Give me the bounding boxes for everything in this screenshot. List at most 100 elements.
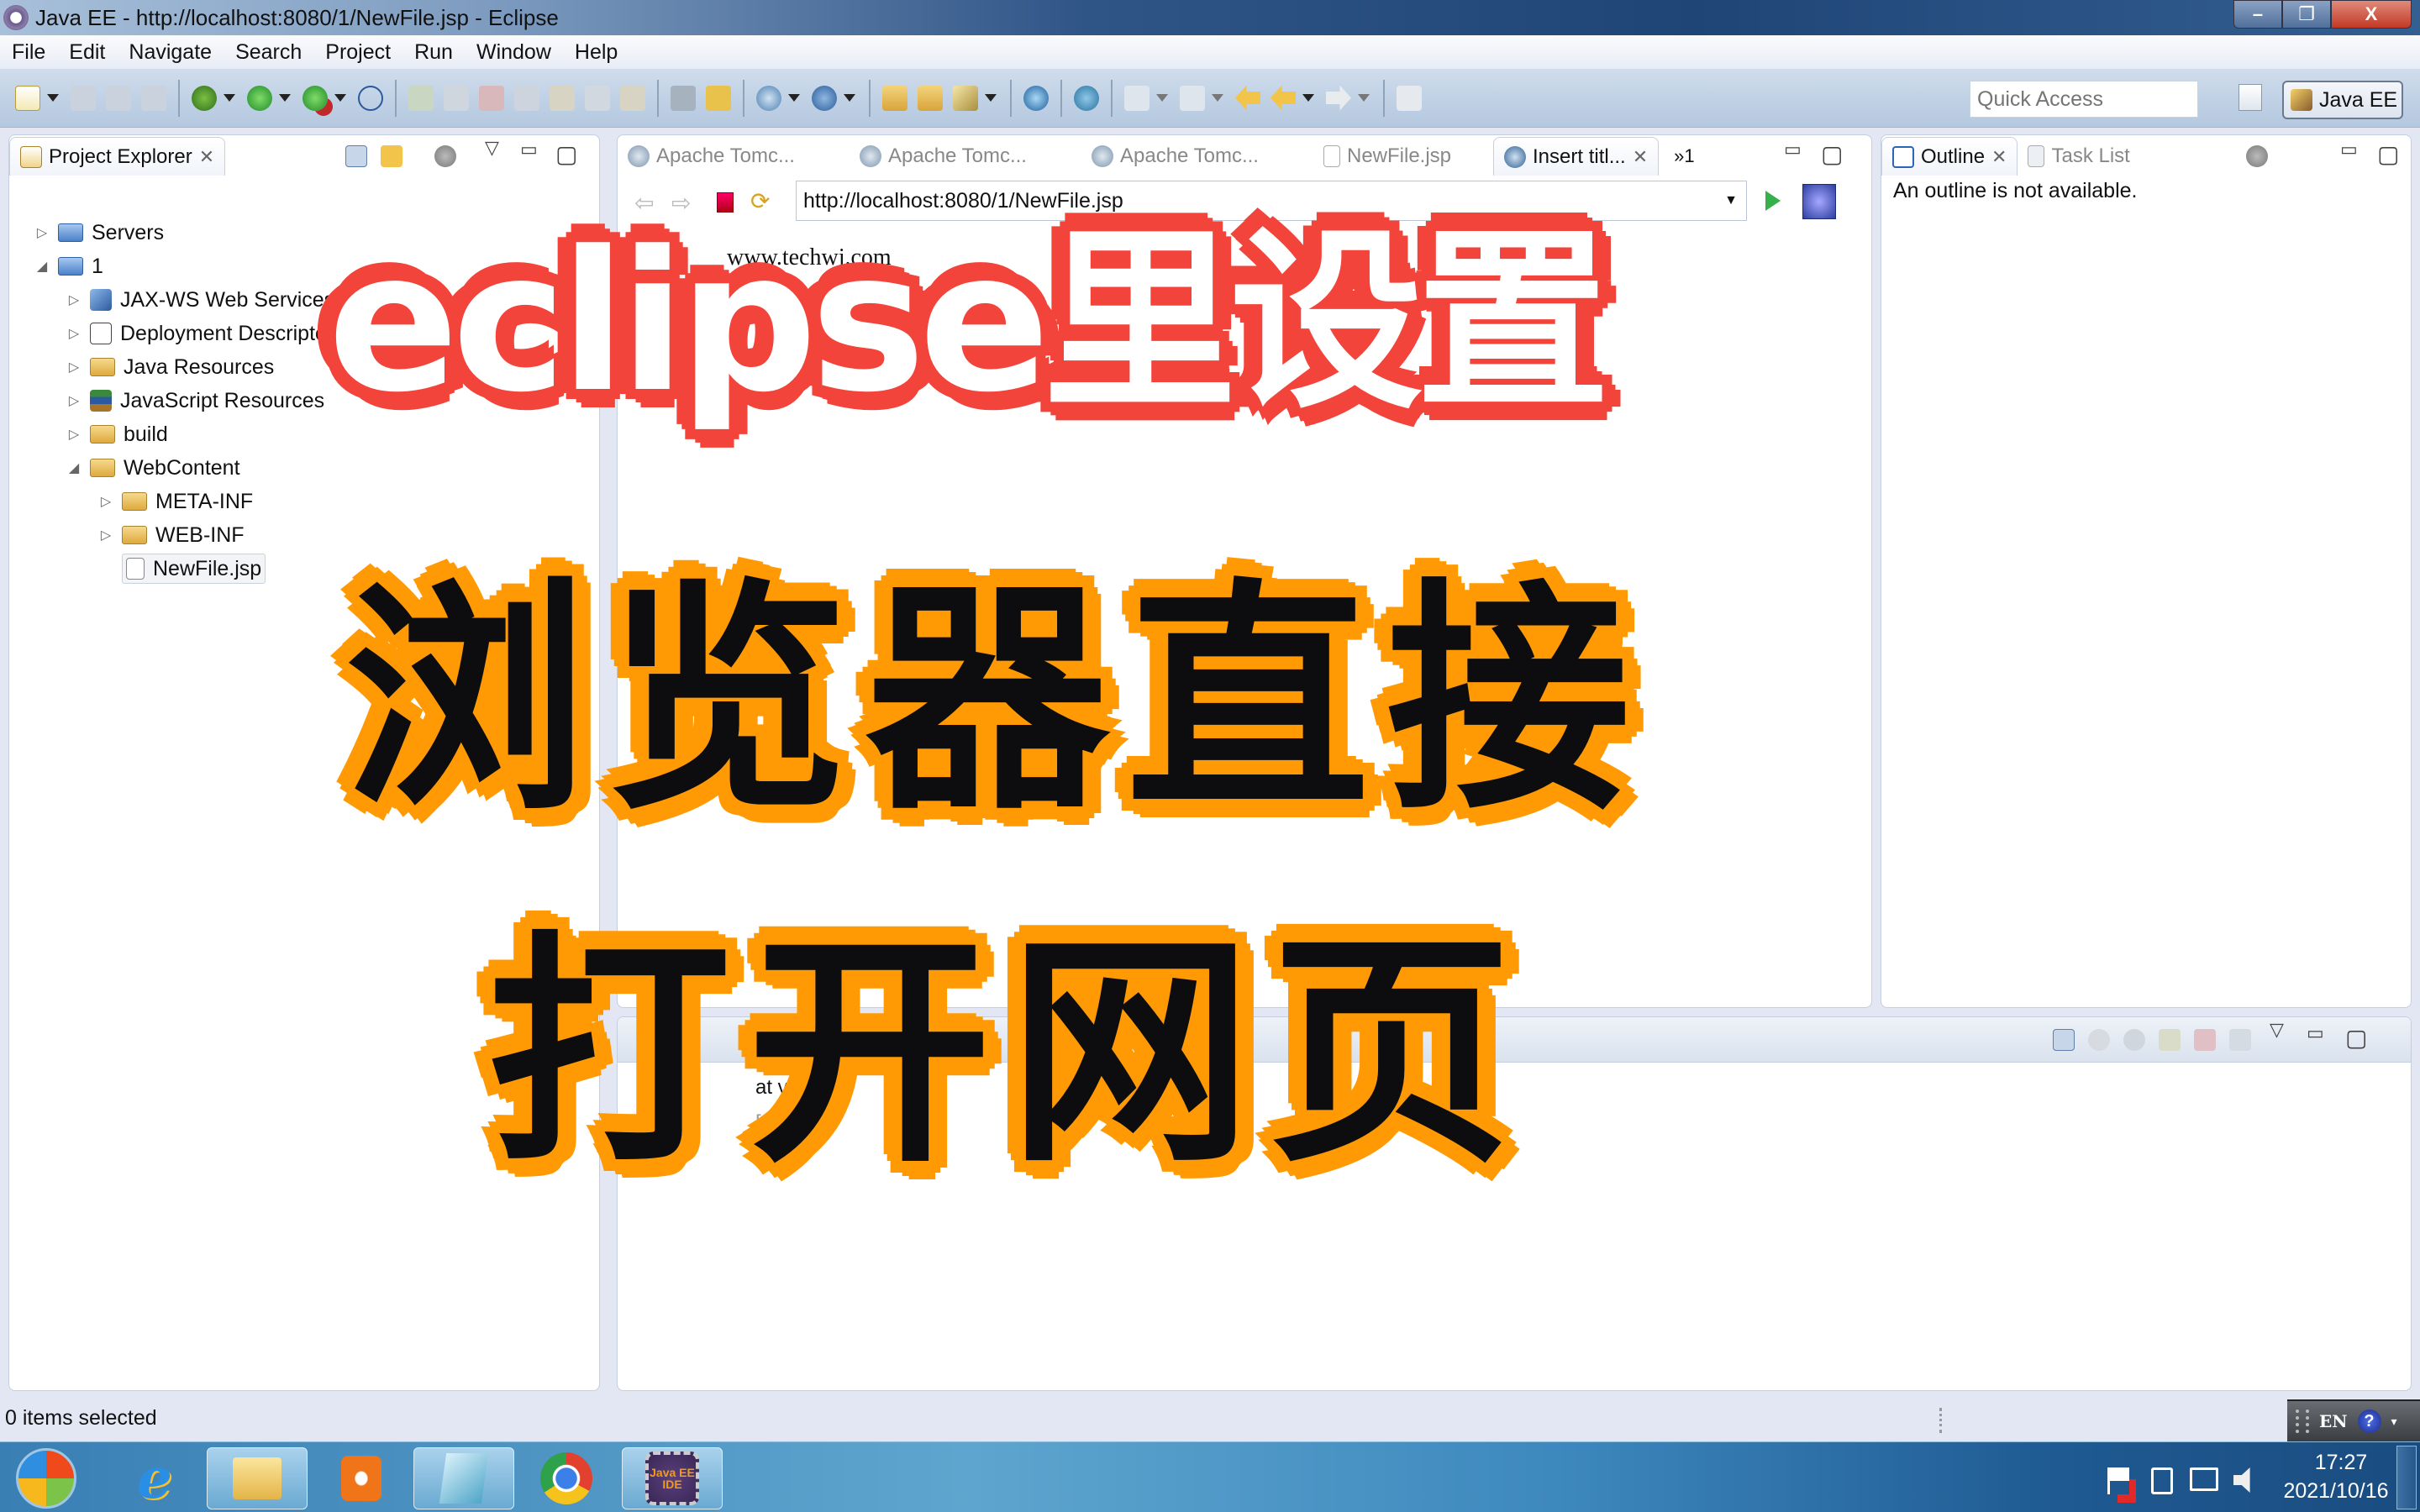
search-dropdown-arrow-icon[interactable] [985,94,997,102]
ime-grip-icon[interactable] [2296,1410,2309,1433]
run-icon[interactable] [247,85,272,111]
external-tools-dropdown-arrow-icon[interactable] [334,94,346,102]
java-ee-perspective-button[interactable]: Java EE [2282,81,2403,119]
stop-server-icon[interactable] [2194,1029,2216,1051]
menu-run[interactable]: Run [414,40,453,65]
tree-item-javascript-resources[interactable]: ▷ JavaScript Resources [66,386,324,416]
taskbar-notepad[interactable] [413,1447,514,1509]
open-perspective-icon[interactable] [2238,84,2262,111]
ime-options-icon[interactable]: ▾ [2391,1415,2397,1429]
tree-item-java-resources[interactable]: ▷ Java Resources [66,352,274,382]
start-server-icon[interactable] [2123,1029,2145,1051]
tab-outline[interactable]: Outline ✕ [1881,137,2018,176]
menu-project[interactable]: Project [325,40,391,65]
menu-navigate[interactable]: Navigate [129,40,212,65]
expand-twisty-icon[interactable]: ▷ [66,392,82,409]
open-task-icon[interactable] [918,85,943,111]
new-web-service-icon[interactable] [812,85,837,111]
expand-twisty-icon[interactable]: ▷ [98,493,113,510]
quick-access-input[interactable] [1970,81,2198,118]
editor-tab[interactable]: Apache Tomc... [1081,137,1313,176]
server-dropdown-arrow-icon[interactable] [788,94,800,102]
expand-twisty-icon[interactable]: ▷ [98,527,113,543]
browser-stop-icon[interactable] [717,192,734,213]
tree-item-webcontent[interactable]: ◢ WebContent [66,453,240,483]
collapse-all-icon[interactable] [2053,1029,2075,1051]
expand-twisty-icon[interactable]: ▷ [34,224,50,241]
taskbar-media-player[interactable] [311,1447,412,1509]
web-service-dropdown-arrow-icon[interactable] [844,94,855,102]
menu-search[interactable]: Search [235,40,302,65]
minimize-view-icon[interactable]: ▭ [2307,1022,2324,1044]
skip-breakpoints-icon[interactable] [358,85,383,111]
next-annotation-icon[interactable] [1124,85,1150,111]
maximize-view-icon[interactable]: ▢ [2345,1024,2367,1052]
collapse-twisty-icon[interactable]: ◢ [66,459,82,476]
tree-item-servers[interactable]: ▷ Servers [34,218,164,248]
editor-tab[interactable]: NewFile.jsp [1313,137,1493,176]
resume-icon[interactable] [408,85,434,111]
collapse-twisty-icon[interactable]: ◢ [34,258,50,275]
run-dropdown-arrow-icon[interactable] [279,94,291,102]
save-icon[interactable] [71,85,96,111]
network-icon[interactable] [2190,1467,2218,1491]
save-all-icon[interactable] [106,85,131,111]
collapse-all-icon[interactable] [345,145,367,167]
step-into-icon[interactable] [550,85,575,111]
volume-muted-icon[interactable] [2233,1467,2250,1493]
maximize-view-icon[interactable]: ▢ [555,140,577,168]
action-center-flag-icon[interactable] [2107,1467,2129,1494]
disconnect-icon[interactable] [514,85,539,111]
tab-task-list[interactable]: Task List [2018,137,2139,176]
minimize-view-icon[interactable]: ▭ [2340,139,2358,160]
new-icon[interactable] [15,85,40,111]
debug-server-icon[interactable] [2088,1029,2110,1051]
previous-annotation-icon[interactable] [1180,85,1205,111]
run-external-tools-icon[interactable] [302,85,328,111]
forward-icon[interactable] [1326,85,1351,111]
filters-icon[interactable] [434,145,456,167]
publish-icon[interactable] [2229,1029,2251,1051]
terminate-icon[interactable] [479,85,504,111]
menu-file[interactable]: File [12,40,45,65]
tree-item-newfile-jsp[interactable]: NewFile.jsp [122,554,266,584]
new-dropdown-arrow-icon[interactable] [47,94,59,102]
forward-dropdown-arrow-icon[interactable] [1358,94,1370,102]
tree-item-deployment-descriptor[interactable]: ▷ Deployment Descriptor: 1 [66,318,357,349]
tab-project-explorer[interactable]: Project Explorer ✕ [9,137,226,176]
minimize-view-icon[interactable]: ▭ [520,139,538,160]
tree-item-project-1[interactable]: ◢ 1 [34,251,103,281]
expand-twisty-icon[interactable]: ▷ [66,325,82,342]
maximize-view-icon[interactable]: ▢ [1821,140,1843,168]
open-external-browser-icon[interactable] [1802,184,1836,219]
debug-dropdown-arrow-icon[interactable] [224,94,235,102]
taskbar-internet-explorer[interactable]: e [104,1446,205,1511]
pin-editor-icon[interactable] [1397,85,1422,111]
step-return-icon[interactable] [620,85,645,111]
menu-window[interactable]: Window [476,40,551,65]
maximize-view-icon[interactable]: ▢ [2377,140,2399,168]
menu-edit[interactable]: Edit [69,40,105,65]
use-step-filters-icon[interactable] [671,85,696,111]
run-web-service-icon[interactable] [1074,85,1099,111]
drop-to-frame-icon[interactable] [706,85,731,111]
taskbar-chrome[interactable] [516,1447,617,1509]
tree-item-web-inf[interactable]: ▷ WEB-INF [98,520,245,550]
new-server-icon[interactable] [756,85,781,111]
open-web-browser-icon[interactable] [1023,85,1049,111]
view-menu-icon[interactable]: ▽ [2270,1019,2284,1041]
restore-button[interactable]: ❐ [2282,0,2331,29]
minimize-view-icon[interactable]: ▭ [1784,139,1802,160]
help-icon[interactable]: ? [2357,1410,2381,1433]
search-pencil-icon[interactable] [953,85,978,111]
taskbar-file-explorer[interactable] [207,1447,308,1509]
open-type-icon[interactable] [882,85,908,111]
clock-date[interactable]: 2021/10/16 [2269,1479,2403,1504]
step-over-icon[interactable] [585,85,610,111]
view-menu-icon[interactable] [2246,145,2268,167]
ime-language-bar[interactable]: EN ? ▾ [2287,1399,2420,1441]
back-icon[interactable] [1270,85,1296,111]
view-menu-icon[interactable]: ▽ [485,137,499,159]
expand-twisty-icon[interactable]: ▷ [66,359,82,375]
expand-twisty-icon[interactable]: ▷ [66,291,82,308]
